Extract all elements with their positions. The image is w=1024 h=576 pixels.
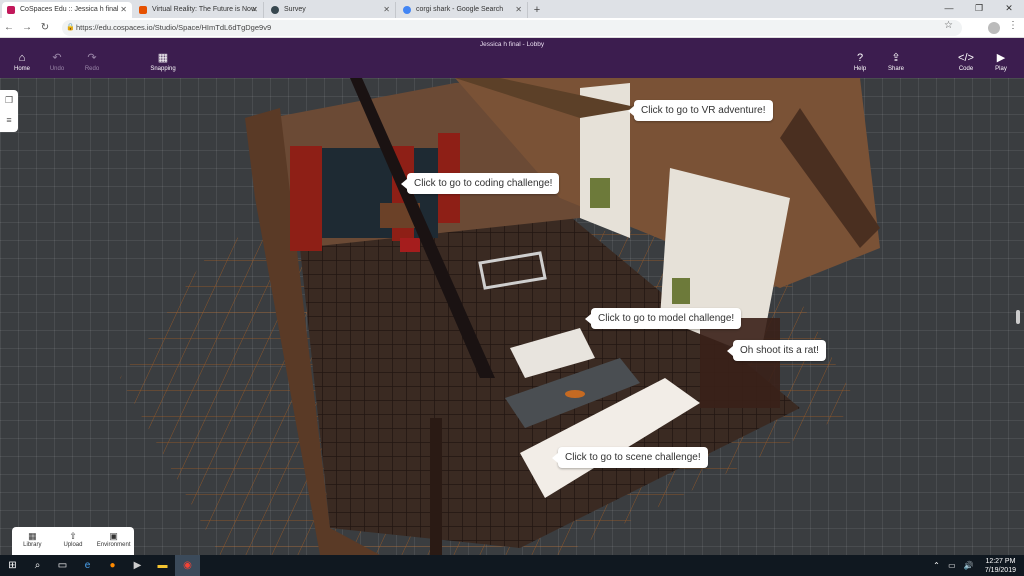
close-icon[interactable]: ✕ (383, 2, 390, 18)
redo-button[interactable]: ↷ Redo (75, 52, 109, 72)
window-controls: — ❐ ✕ (934, 0, 1024, 16)
undo-label: Undo (49, 66, 65, 72)
tray-icons[interactable]: ⌃ ▭ 🔊 (933, 561, 977, 570)
code-button[interactable]: </> Code (949, 52, 983, 72)
app-header: Jessica h final - Lobby ⌂ Home ↶ Undo ↷ … (0, 38, 1024, 78)
bottom-toolbar: ▦ Library ⇧ Upload ▣ Environment (12, 527, 134, 555)
layers-icon[interactable]: ❐ (0, 90, 18, 110)
grid-icon: ▦ (157, 52, 169, 64)
search-icon[interactable]: ⌕ (25, 555, 50, 576)
reload-icon[interactable]: ↻ (36, 22, 54, 33)
scroll-handle[interactable] (1016, 310, 1020, 324)
taskbar: ⊞ ⌕ ▭ e ● ▶ ▬ ◉ ⌃ ▭ 🔊 12:27 PM 7/19/2019 (0, 555, 1024, 576)
home-icon: ⌂ (18, 52, 26, 64)
windows-start-icon[interactable]: ⊞ (0, 555, 25, 576)
address-bar: ← → ↻ 🔒 https://edu.cospaces.io/Studio/S… (0, 18, 1024, 38)
side-panel: ❐ ≡ (0, 90, 18, 132)
new-tab-button[interactable]: + (528, 2, 546, 18)
page-title: Jessica h final - Lobby (479, 41, 545, 48)
home-button[interactable]: ⌂ Home (5, 52, 39, 72)
snapping-button[interactable]: ▦ Snapping (146, 52, 180, 72)
help-button[interactable]: ? Help (843, 52, 877, 72)
tab-label: corgi shark - Google Search (416, 6, 504, 13)
scene-render (120, 78, 880, 555)
profile-avatar[interactable] (988, 22, 1000, 34)
survey-favicon-icon (271, 6, 279, 14)
folder-icon[interactable]: ▬ (150, 555, 175, 576)
environment-button[interactable]: ▣ Environment (95, 527, 133, 555)
media-icon[interactable]: ▶ (125, 555, 150, 576)
tab-label: Survey (284, 6, 306, 13)
clock[interactable]: 12:27 PM 7/19/2019 (985, 557, 1016, 575)
close-icon[interactable]: ✕ (251, 2, 258, 18)
time-text: 12:27 PM (985, 557, 1016, 565)
edge-icon[interactable]: e (75, 555, 100, 576)
close-icon[interactable]: ✕ (120, 2, 127, 18)
redo-label: Redo (84, 66, 100, 72)
task-view-icon[interactable]: ▭ (50, 555, 75, 576)
chrome-icon[interactable]: ◉ (175, 555, 200, 576)
tab-google-search[interactable]: corgi shark - Google Search ✕ (398, 2, 528, 18)
google-favicon-icon (403, 6, 411, 14)
back-arrow-icon[interactable]: ← (0, 22, 18, 33)
url-text: https://edu.cospaces.io/Studio/Space/HIm… (76, 23, 272, 32)
url-input[interactable]: 🔒 https://edu.cospaces.io/Studio/Space/H… (62, 20, 962, 36)
environment-icon: ▣ (109, 531, 118, 541)
library-icon: ▦ (28, 531, 37, 541)
environment-label: Environment (96, 542, 131, 548)
code-label: Code (958, 66, 974, 72)
undo-icon: ↶ (52, 52, 62, 64)
play-button[interactable]: ▶ Play (984, 52, 1018, 72)
vr-adventure-bubble[interactable]: Click to go to VR adventure! (628, 100, 773, 121)
library-button[interactable]: ▦ Library (13, 527, 51, 555)
share-button[interactable]: ⇪ Share (879, 52, 913, 72)
firefox-icon[interactable]: ● (100, 555, 125, 576)
tab-survey[interactable]: Survey ✕ (266, 2, 396, 18)
redo-icon: ↷ (87, 52, 97, 64)
tab-label: Virtual Reality: The Future is Now (152, 6, 257, 13)
date-text: 7/19/2019 (984, 566, 1016, 574)
lock-icon: 🔒 (66, 24, 75, 31)
tab-cospaces[interactable]: CoSpaces Edu :: Jessica h final ✕ (2, 2, 132, 18)
help-icon: ? (856, 52, 864, 64)
library-label: Library (23, 542, 42, 548)
list-icon[interactable]: ≡ (0, 110, 18, 130)
browser-tab-strip: CoSpaces Edu :: Jessica h final ✕ Virtua… (0, 0, 1024, 18)
menu-icon[interactable]: ⋮ (1008, 20, 1018, 31)
share-label: Share (887, 66, 904, 72)
cospaces-favicon-icon (7, 6, 15, 14)
scene-challenge-bubble[interactable]: Click to go to scene challenge! (552, 447, 708, 468)
snapping-label: Snapping (150, 66, 176, 72)
site-favicon-icon (139, 6, 147, 14)
undo-button[interactable]: ↶ Undo (40, 52, 74, 72)
code-icon: </> (958, 52, 974, 64)
bookmark-star-icon[interactable]: ☆ (944, 20, 953, 31)
tab-virtual-reality[interactable]: Virtual Reality: The Future is Now ✕ (134, 2, 264, 18)
upload-button[interactable]: ⇧ Upload (54, 527, 92, 555)
forward-arrow-icon[interactable]: → (18, 22, 36, 33)
upload-icon: ⇧ (69, 531, 77, 541)
system-tray: ⌃ ▭ 🔊 12:27 PM 7/19/2019 (933, 555, 1016, 576)
help-label: Help (853, 66, 867, 72)
upload-label: Upload (63, 542, 83, 548)
play-icon: ▶ (996, 52, 1006, 64)
close-icon[interactable]: ✕ (515, 2, 522, 18)
scene-viewport[interactable]: Click to go to VR adventure! Click to go… (0, 78, 1024, 555)
close-window-icon[interactable]: ✕ (994, 0, 1024, 16)
tab-label: CoSpaces Edu :: Jessica h final (20, 6, 119, 13)
rat-bubble[interactable]: Oh shoot its a rat! (727, 340, 826, 361)
model-challenge-bubble[interactable]: Click to go to model challenge! (584, 308, 742, 329)
coding-challenge-bubble[interactable]: Click to go to coding challenge! (400, 173, 560, 194)
restore-icon[interactable]: ❐ (964, 0, 994, 16)
minimize-icon[interactable]: — (934, 0, 964, 16)
share-icon: ⇪ (891, 52, 901, 64)
home-label: Home (13, 66, 30, 72)
play-label: Play (995, 66, 1007, 72)
